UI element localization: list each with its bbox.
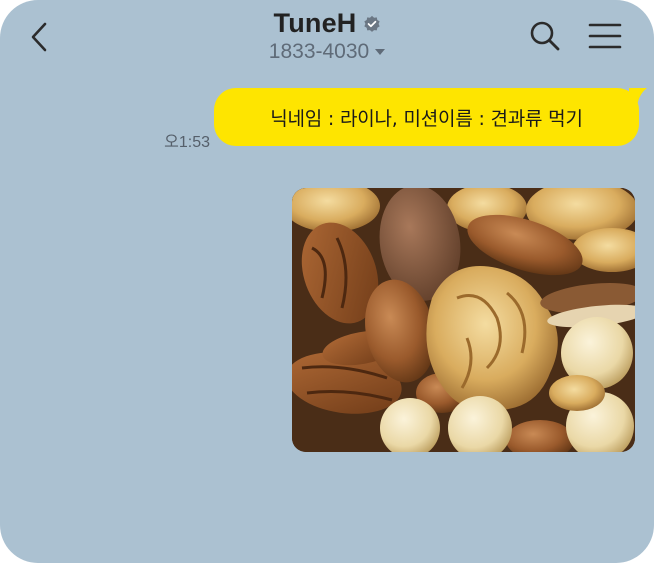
phone-number-dropdown[interactable]: 1833-4030	[268, 40, 386, 64]
search-icon[interactable]	[527, 18, 563, 54]
message-time: 오1:53	[164, 134, 210, 151]
nuts-image	[292, 188, 635, 452]
verified-badge-icon	[363, 15, 380, 32]
phone-number: 1833-4030	[268, 40, 370, 63]
chat-title: TuneH	[273, 8, 357, 38]
menu-icon[interactable]	[586, 18, 624, 54]
chat-header: TuneH 1833-4030	[0, 0, 654, 80]
mixed-nuts-photo[interactable]	[292, 188, 635, 452]
dropdown-caret-icon	[375, 49, 386, 55]
bubble-tail	[629, 88, 647, 106]
my-message-bubble[interactable]: 닉네임 : 라이나, 미션이름 : 견과류 먹기	[214, 88, 647, 146]
chat-screen: TuneH 1833-4030 오1:53 닉네임: 라이나, 미션이름: …	[0, 0, 654, 563]
message-text: 닉네임 : 라이나, 미션이름 : 견과류 먹기	[270, 107, 583, 130]
